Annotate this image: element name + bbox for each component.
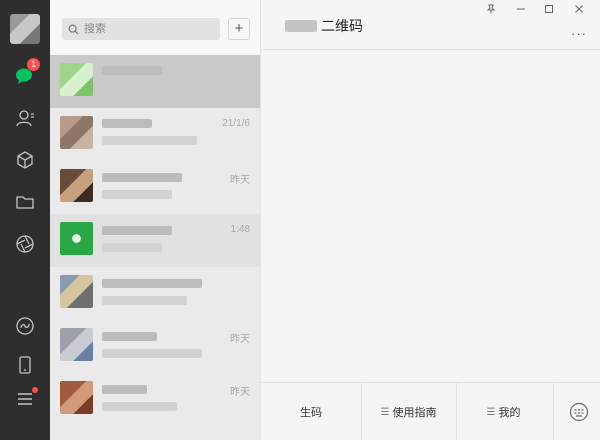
chat-name xyxy=(102,279,202,288)
keyboard-toggle-icon[interactable] xyxy=(569,402,589,422)
maximize-icon xyxy=(545,5,553,13)
folder-icon xyxy=(16,196,34,209)
notification-dot xyxy=(32,387,38,393)
nav-rail: 1 xyxy=(0,0,50,440)
chat-list-item[interactable]: 昨天 xyxy=(50,161,260,214)
menu-item-guide[interactable]: ☰ 使用指南 xyxy=(361,383,456,440)
minimize-button[interactable] xyxy=(513,2,529,16)
chat-time: 昨天 xyxy=(230,387,250,398)
settings-menu-button[interactable] xyxy=(12,386,38,412)
chat-avatar xyxy=(60,63,93,96)
chat-time: 昨天 xyxy=(230,175,250,186)
pin-icon xyxy=(486,4,496,14)
moments-nav-button[interactable] xyxy=(12,231,38,257)
title-bar: 二维码 ··· xyxy=(261,0,600,50)
unread-badge: 1 xyxy=(27,58,40,71)
service-menu-bar: 生码 ☰ 使用指南 ☰ 我的 xyxy=(261,382,600,440)
chat-preview xyxy=(102,296,187,305)
close-icon xyxy=(575,5,583,13)
add-chat-button[interactable]: + xyxy=(228,18,250,40)
minimize-icon xyxy=(517,8,525,10)
chat-avatar xyxy=(60,116,93,149)
menu-item-mine[interactable]: ☰ 我的 xyxy=(456,383,551,440)
search-row: + xyxy=(50,0,260,55)
chat-preview xyxy=(102,402,177,411)
chat-time: 昨天 xyxy=(230,334,250,345)
more-options-button[interactable]: ··· xyxy=(571,26,587,41)
aperture-icon xyxy=(16,235,34,253)
chat-avatar xyxy=(60,381,93,414)
search-input[interactable] xyxy=(84,23,214,35)
chat-avatar xyxy=(60,328,93,361)
chat-nav-button[interactable]: 1 xyxy=(12,58,40,88)
chat-preview xyxy=(102,349,202,358)
phone-icon xyxy=(19,356,31,374)
search-icon xyxy=(68,24,79,35)
menu-item-label: 使用指南 xyxy=(392,407,437,419)
mini-program-icon xyxy=(16,317,34,335)
cube-icon xyxy=(17,151,33,169)
chat-avatar xyxy=(60,275,93,308)
search-box[interactable] xyxy=(62,18,220,40)
chat-name xyxy=(102,173,182,182)
close-button[interactable] xyxy=(571,2,587,16)
menu-item-label: 我的 xyxy=(498,407,521,419)
chat-avatar xyxy=(60,222,93,255)
menu-divider xyxy=(553,383,554,440)
chat-preview xyxy=(102,190,172,199)
chat-list-item[interactable]: 1:48 xyxy=(50,214,260,267)
chat-list-item[interactable]: 21/1/6 xyxy=(50,108,260,161)
conversation-pane: 二维码 ··· 生码 ☰ 使用指南 ☰ 我的 xyxy=(260,0,600,440)
menu-item-generate[interactable]: 生码 xyxy=(261,383,361,440)
chat-list-panel: + 21/1/6 昨天 1:48 昨天 昨 xyxy=(50,0,260,440)
chat-name xyxy=(102,332,157,341)
user-avatar[interactable] xyxy=(10,14,40,44)
conversation-title: 二维码 xyxy=(321,18,363,34)
chat-list-item[interactable]: 昨天 xyxy=(50,373,260,426)
chat-name xyxy=(102,119,152,128)
mini-programs-nav-button[interactable] xyxy=(12,313,38,339)
chat-avatar xyxy=(60,169,93,202)
title-prefix xyxy=(285,20,317,32)
pin-button[interactable] xyxy=(483,2,499,16)
chat-list-item[interactable]: 昨天 xyxy=(50,320,260,373)
maximize-button[interactable] xyxy=(541,2,557,16)
contacts-nav-button[interactable] xyxy=(12,105,38,131)
favorites-nav-button[interactable] xyxy=(12,147,38,173)
chat-preview xyxy=(102,243,162,252)
chat-list-item[interactable] xyxy=(50,55,260,108)
phone-nav-button[interactable] xyxy=(12,352,38,378)
chat-name xyxy=(102,226,172,235)
files-nav-button[interactable] xyxy=(12,189,38,215)
chat-name xyxy=(102,66,162,75)
menu-list-icon: ☰ xyxy=(486,406,496,418)
chat-time: 21/1/6 xyxy=(222,118,250,129)
contacts-icon xyxy=(16,110,34,127)
menu-item-label: 生码 xyxy=(300,407,322,419)
chat-time: 1:48 xyxy=(230,224,250,235)
chat-preview xyxy=(102,136,197,145)
chat-list-item[interactable] xyxy=(50,267,260,320)
menu-list-icon: ☰ xyxy=(380,406,390,418)
chat-name xyxy=(102,385,147,394)
